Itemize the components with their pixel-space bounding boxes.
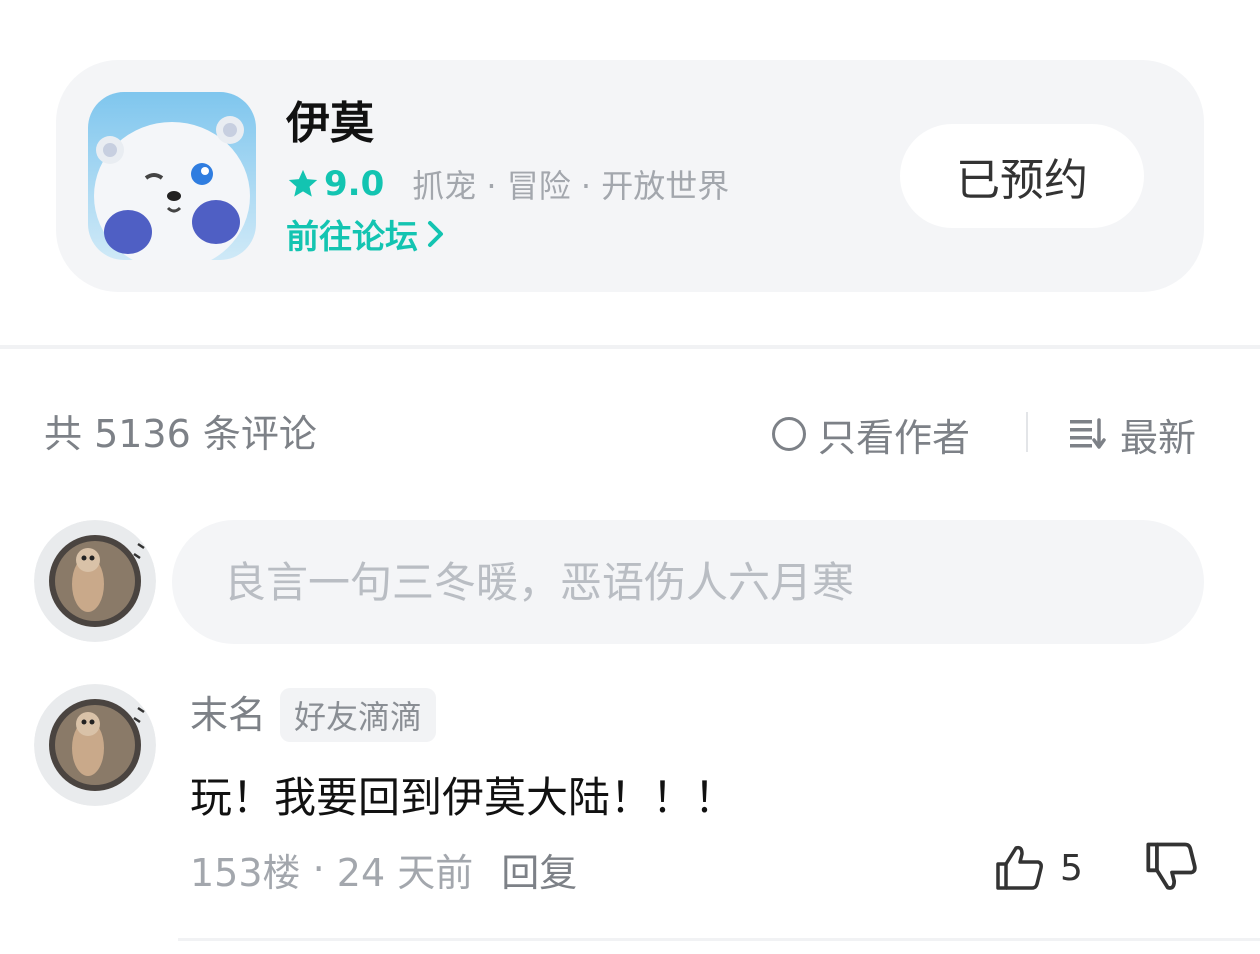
game-tags: 抓宠 · 冒险 · 开放世界 [412, 167, 730, 205]
comment-text: 玩！我要回到伊莫大陆！！！ [190, 773, 737, 822]
dislike-button[interactable] [1144, 838, 1200, 898]
author-only-label: 只看作者 [818, 415, 971, 460]
sort-label: 最新 [1120, 415, 1197, 460]
reply-button[interactable]: 回复 [501, 842, 577, 897]
commenter-avatar[interactable] [34, 684, 156, 806]
like-count: 5 [1060, 847, 1083, 889]
comment-input[interactable] [172, 520, 1204, 644]
commenter-name[interactable]: 末名 [190, 688, 266, 742]
sort-toggle[interactable]: 最新 [1068, 406, 1196, 462]
rating-row: 9.0 抓宠 · 冒险 · 开放世界 [286, 160, 729, 208]
header-separator [1026, 412, 1028, 452]
current-user-avatar[interactable] [34, 520, 156, 642]
game-title: 伊莫 [286, 98, 374, 149]
radio-circle-icon [772, 417, 806, 451]
comment-time: 24 天前 [336, 850, 474, 895]
forum-link[interactable]: 前往论坛 [286, 210, 446, 258]
star-icon [288, 169, 318, 197]
forum-link-label: 前往论坛 [286, 217, 418, 256]
meta-dot: · [300, 847, 337, 891]
chevron-right-icon [428, 221, 443, 247]
sort-icon [1070, 418, 1106, 449]
comment-divider [178, 938, 1260, 941]
comment-count: 共 5136 条评论 [44, 412, 317, 456]
rating-value: 9.0 [324, 164, 385, 204]
game-card[interactable]: 伊莫 9.0 抓宠 · 冒险 · 开放世界 前往论坛 已预约 [56, 60, 1204, 292]
author-only-toggle[interactable]: 只看作者 [772, 406, 970, 462]
thumbs-up-icon [996, 845, 1043, 890]
comment-meta: 153楼 · 24 天前 回复 [190, 842, 577, 896]
game-app-icon[interactable] [88, 92, 256, 260]
section-divider [0, 345, 1260, 349]
comment-floor: 153楼 [190, 850, 301, 895]
like-button[interactable]: 5 [994, 838, 1083, 898]
thumbs-down-icon [1146, 842, 1197, 890]
reserve-button[interactable]: 已预约 [900, 124, 1144, 228]
friend-badge: 好友滴滴 [280, 688, 437, 742]
